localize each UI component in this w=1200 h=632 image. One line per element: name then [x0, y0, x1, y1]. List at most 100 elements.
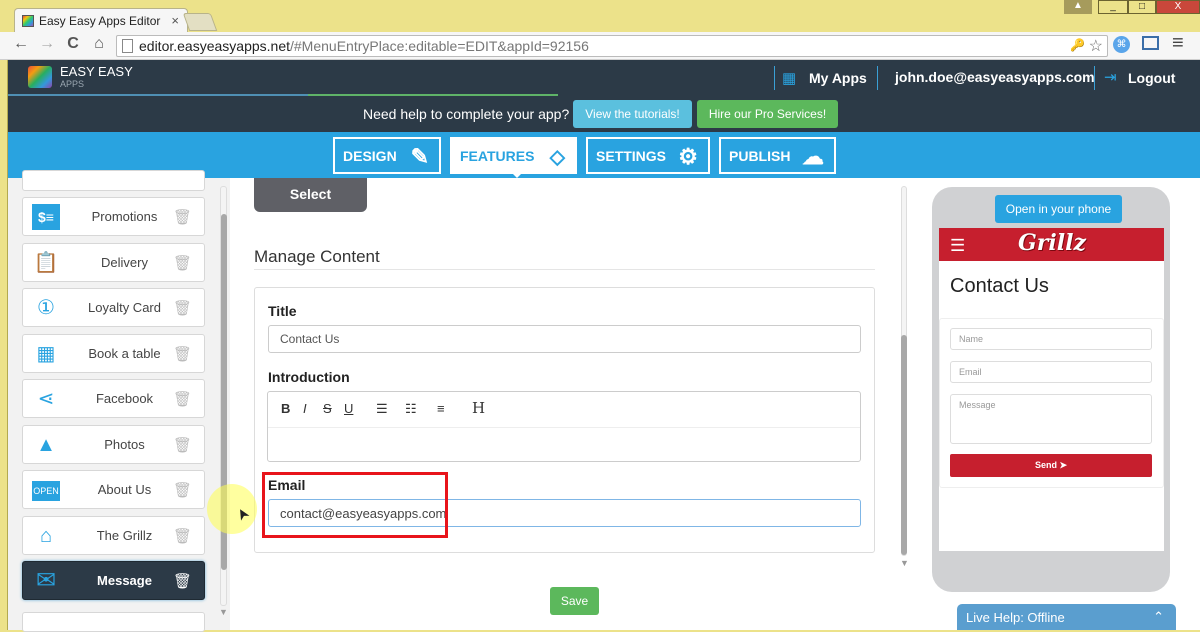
editor-scrollbar-thumb[interactable] [901, 335, 907, 555]
hire-pro-services-button[interactable]: Hire our Pro Services! [697, 100, 838, 128]
view-tutorials-button[interactable]: View the tutorials! [573, 100, 692, 128]
url-host: editor.easyeasyapps.net [139, 38, 290, 54]
preview-message-input[interactable]: Message [950, 394, 1152, 444]
open-sign-icon: OPEN [32, 481, 60, 501]
close-window-button[interactable]: X [1156, 0, 1200, 14]
numbered-list-button[interactable]: ☷ [405, 401, 417, 417]
live-help-widget[interactable]: Live Help: Offline ⌃ [957, 604, 1176, 630]
live-help-label: Live Help: Offline [966, 610, 1065, 625]
tab-close-icon[interactable]: × [171, 13, 179, 28]
save-button[interactable]: Save [550, 587, 599, 615]
sidebar-item-photos[interactable]: ▲ Photos 🗑 [22, 425, 205, 464]
sidebar-item-the-grillz[interactable]: ⌂ The Grillz 🗑 [22, 516, 205, 555]
sidebar-item-loyalty-card[interactable]: ① Loyalty Card 🗑 [22, 288, 205, 327]
sidebar-item-promotions[interactable]: $≡ Promotions 🗑 [22, 197, 205, 236]
tab-design[interactable]: DESIGN ✎ [333, 137, 441, 174]
help-text: Need help to complete your app? [363, 106, 570, 122]
window-controls: ▲ _ □ X [1064, 0, 1200, 20]
photos-icon: ▲ [36, 434, 56, 456]
highlight-annotation [262, 472, 448, 538]
sidebar-item-message[interactable]: ✉ Message 🗑 [22, 561, 205, 600]
scroll-down-arrow-icon[interactable]: ▼ [219, 607, 228, 617]
logo-title: EASY EASY [60, 64, 133, 79]
sidebar-item-partial[interactable] [22, 170, 205, 191]
sidebar-item-label: Book a table [88, 346, 161, 361]
clipboard-icon: 📋 [33, 252, 59, 274]
back-icon[interactable]: ← [10, 35, 32, 53]
italic-button[interactable]: I [303, 401, 307, 416]
home-icon[interactable]: ⌂ [88, 35, 110, 53]
trash-icon[interactable]: 🗑 [173, 481, 192, 499]
preview-name-input[interactable]: Name [950, 328, 1152, 350]
sidebar-item-partial[interactable] [22, 612, 205, 632]
bold-button[interactable]: B [281, 401, 290, 416]
title-input[interactable]: Contact Us [268, 325, 861, 353]
tab-publish[interactable]: PUBLISH ☁ [719, 137, 836, 174]
trash-icon[interactable]: 🗑 [173, 527, 192, 545]
section-title: Manage Content [254, 247, 380, 266]
envelope-icon: ✉ [35, 567, 57, 594]
logo-text[interactable]: EASY EASY APPS [60, 65, 133, 91]
tab-settings[interactable]: SETTINGS ⚙ [586, 137, 710, 174]
browser-tab[interactable]: Easy Easy Apps Editor × [14, 8, 188, 33]
underline-button[interactable]: U [344, 401, 353, 416]
sidebar-item-about-us[interactable]: OPEN About Us 🗑 [22, 470, 205, 509]
preview-email-input[interactable]: Email [950, 361, 1152, 383]
align-button[interactable]: ≡ [437, 401, 445, 416]
scroll-down-arrow-icon[interactable]: ▼ [900, 558, 909, 568]
trash-icon[interactable]: 🗑 [173, 436, 192, 454]
logout-link[interactable]: Logout [1128, 70, 1175, 86]
header-divider [774, 66, 775, 90]
strikethrough-button[interactable]: S [323, 401, 332, 416]
favicon-icon [22, 15, 34, 27]
receipt-icon: $≡ [32, 204, 60, 230]
reload-icon[interactable]: C [62, 35, 84, 53]
hamburger-menu-icon[interactable]: ☰ [950, 236, 965, 256]
logout-icon: ⇥ [1104, 69, 1117, 86]
logo-icon[interactable] [28, 66, 52, 88]
sidebar-item-label: Facebook [95, 391, 154, 406]
minimize-button[interactable]: _ [1098, 0, 1128, 14]
extension-icon[interactable]: ⌘ [1113, 36, 1130, 53]
trash-icon[interactable]: 🗑 [173, 254, 192, 272]
calendar-icon: ▦ [36, 343, 56, 365]
bullet-list-button[interactable]: ☰ [376, 401, 388, 417]
open-in-phone-button[interactable]: Open in your phone [995, 195, 1122, 223]
trash-icon[interactable]: 🗑 [173, 390, 192, 408]
sidebar-item-label: Photos [104, 437, 145, 452]
introduction-label: Introduction [268, 369, 350, 385]
forward-icon[interactable]: → [36, 35, 58, 53]
user-icon[interactable]: ▲ [1064, 0, 1092, 14]
trash-icon[interactable]: 🗑 [173, 572, 192, 590]
sidebar-item-delivery[interactable]: 📋 Delivery 🗑 [22, 243, 205, 282]
my-apps-link[interactable]: My Apps [809, 70, 867, 86]
bookmark-star-icon[interactable]: ☆ [1089, 36, 1103, 56]
logo-subtitle: APPS [60, 79, 85, 89]
share-icon: ⋖ [37, 388, 55, 410]
tab-title: Easy Easy Apps Editor [39, 14, 161, 28]
chevron-up-icon[interactable]: ⌃ [1153, 609, 1164, 625]
sidebar-item-label: Delivery [101, 255, 148, 270]
select-button[interactable]: Select [254, 178, 367, 212]
header-divider [1094, 66, 1095, 90]
gear-icon: ⚙ [678, 144, 698, 169]
tab-settings-label: SETTINGS [596, 148, 667, 164]
chrome-menu-icon[interactable]: ≡ [1172, 32, 1184, 55]
address-bar[interactable]: editor.easyeasyapps.net/#MenuEntryPlace:… [116, 35, 1108, 57]
sidebar-item-label: Loyalty Card [88, 300, 161, 315]
preview-send-button[interactable]: Send ➤ [950, 454, 1152, 477]
sidebar-item-book-a-table[interactable]: ▦ Book a table 🗑 [22, 334, 205, 373]
sidebar-item-facebook[interactable]: ⋖ Facebook 🗑 [22, 379, 205, 418]
maximize-button[interactable]: □ [1128, 0, 1156, 14]
cast-icon[interactable] [1142, 36, 1159, 50]
heading-button[interactable]: H [472, 399, 485, 417]
trash-icon[interactable]: 🗑 [173, 299, 192, 317]
key-icon[interactable]: 🔑 [1070, 38, 1085, 52]
header-divider [877, 66, 878, 90]
user-email[interactable]: john.doe@easyeasyapps.com [895, 69, 1095, 85]
cloud-upload-icon: ☁ [802, 144, 824, 169]
trash-icon[interactable]: 🗑 [173, 345, 192, 363]
tab-features[interactable]: FEATURES ⬦ [450, 137, 577, 174]
trash-icon[interactable]: 🗑 [173, 208, 192, 226]
brand-logo: Grillz [1018, 230, 1086, 256]
